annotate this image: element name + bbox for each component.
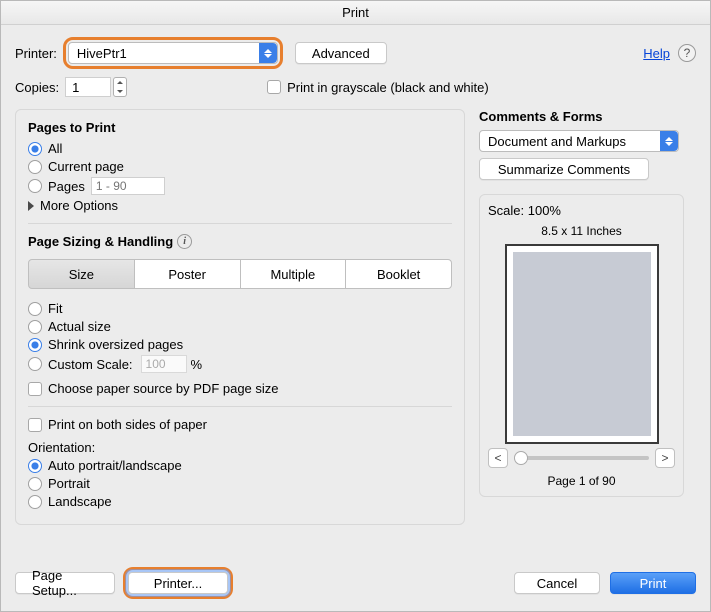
pages-to-print-header: Pages to Print [28, 120, 452, 135]
prev-page-button[interactable]: < [488, 448, 508, 468]
seg-size[interactable]: Size [28, 259, 135, 289]
custom-scale-label: Custom Scale: [48, 357, 133, 372]
orientation-label: Orientation: [28, 440, 452, 455]
comments-select[interactable]: Document and Markups [479, 130, 679, 152]
grayscale-checkbox[interactable] [267, 80, 281, 94]
seg-poster[interactable]: Poster [134, 259, 241, 289]
orient-portrait-label: Portrait [48, 476, 90, 491]
pages-all-radio[interactable] [28, 142, 42, 156]
printer-button[interactable]: Printer... [128, 572, 228, 594]
copies-input[interactable] [65, 77, 111, 97]
more-options-toggle[interactable]: More Options [28, 198, 452, 213]
pages-range-input[interactable] [91, 177, 165, 195]
fit-radio[interactable] [28, 302, 42, 316]
printer-select-value: HivePtr1 [69, 46, 259, 61]
select-arrows-icon [259, 43, 277, 63]
copies-stepper[interactable] [113, 77, 127, 97]
duplex-label: Print on both sides of paper [48, 417, 207, 432]
pages-all-label: All [48, 141, 62, 156]
choose-source-checkbox[interactable] [28, 382, 42, 396]
comments-header: Comments & Forms [479, 109, 684, 124]
orient-landscape-radio[interactable] [28, 495, 42, 509]
advanced-button[interactable]: Advanced [295, 42, 387, 64]
next-page-button[interactable]: > [655, 448, 675, 468]
pages-range-radio[interactable] [28, 179, 42, 193]
pages-range-label: Pages [48, 179, 85, 194]
duplex-checkbox[interactable] [28, 418, 42, 432]
copies-label: Copies: [15, 80, 59, 95]
disclosure-right-icon [28, 201, 34, 211]
orient-auto-radio[interactable] [28, 459, 42, 473]
sizing-header: Page Sizing & Handling i [28, 234, 452, 249]
summarize-button[interactable]: Summarize Comments [479, 158, 649, 180]
window-title: Print [1, 1, 710, 25]
more-options-label: More Options [40, 198, 118, 213]
paper-size-label: 8.5 x 11 Inches [488, 224, 675, 238]
page-preview [505, 244, 659, 444]
print-button[interactable]: Print [610, 572, 696, 594]
seg-booklet[interactable]: Booklet [345, 259, 452, 289]
page-setup-button[interactable]: Page Setup... [15, 572, 115, 594]
actual-label: Actual size [48, 319, 111, 334]
pages-current-radio[interactable] [28, 160, 42, 174]
pages-current-label: Current page [48, 159, 124, 174]
printer-highlight: HivePtr1 [63, 37, 283, 69]
grayscale-label: Print in grayscale (black and white) [287, 80, 489, 95]
info-icon[interactable]: i [177, 234, 192, 249]
choose-source-label: Choose paper source by PDF page size [48, 381, 279, 396]
comments-select-value: Document and Markups [480, 134, 660, 149]
page-slider[interactable] [514, 456, 649, 460]
percent-label: % [191, 357, 203, 372]
printer-button-highlight: Printer... [123, 567, 233, 599]
orient-auto-label: Auto portrait/landscape [48, 458, 182, 473]
help-icon[interactable]: ? [678, 44, 696, 62]
help-link[interactable]: Help [643, 46, 670, 61]
page-counter: Page 1 of 90 [488, 474, 675, 488]
custom-scale-radio[interactable] [28, 357, 42, 371]
shrink-label: Shrink oversized pages [48, 337, 183, 352]
fit-label: Fit [48, 301, 62, 316]
sizing-segmented: Size Poster Multiple Booklet [28, 259, 452, 289]
printer-select[interactable]: HivePtr1 [68, 42, 278, 64]
select-arrows-icon [660, 131, 678, 151]
orient-portrait-radio[interactable] [28, 477, 42, 491]
orient-landscape-label: Landscape [48, 494, 112, 509]
printer-label: Printer: [15, 46, 57, 61]
scale-label: Scale: 100% [488, 203, 675, 218]
custom-scale-input[interactable] [141, 355, 187, 373]
seg-multiple[interactable]: Multiple [240, 259, 347, 289]
actual-radio[interactable] [28, 320, 42, 334]
shrink-radio[interactable] [28, 338, 42, 352]
cancel-button[interactable]: Cancel [514, 572, 600, 594]
